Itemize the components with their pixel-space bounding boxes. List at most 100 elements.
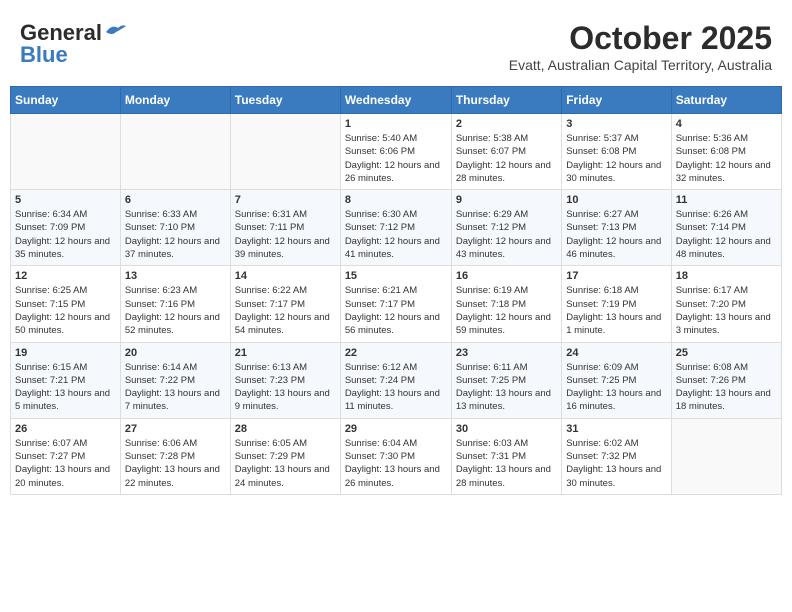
day-info: Sunrise: 6:25 AM Sunset: 7:15 PM Dayligh… xyxy=(15,284,116,337)
day-number: 12 xyxy=(15,270,116,282)
location-subtitle: Evatt, Australian Capital Territory, Aus… xyxy=(509,57,772,73)
day-number: 5 xyxy=(15,194,116,206)
day-number: 4 xyxy=(676,118,777,130)
day-info: Sunrise: 6:29 AM Sunset: 7:12 PM Dayligh… xyxy=(456,208,557,261)
day-number: 17 xyxy=(566,270,666,282)
table-row: 23 Sunrise: 6:11 AM Sunset: 7:25 PM Dayli… xyxy=(451,342,561,418)
day-info: Sunrise: 6:15 AM Sunset: 7:21 PM Dayligh… xyxy=(15,361,116,414)
day-number: 19 xyxy=(15,347,116,359)
day-info: Sunrise: 6:06 AM Sunset: 7:28 PM Dayligh… xyxy=(125,437,226,490)
calendar-week-row: 1 Sunrise: 5:40 AM Sunset: 6:06 PM Daylig… xyxy=(11,114,782,190)
day-info: Sunrise: 6:23 AM Sunset: 7:16 PM Dayligh… xyxy=(125,284,226,337)
day-number: 1 xyxy=(345,118,447,130)
table-row xyxy=(671,418,781,494)
day-number: 14 xyxy=(235,270,336,282)
day-number: 24 xyxy=(566,347,666,359)
table-row: 4 Sunrise: 5:36 AM Sunset: 6:08 PM Daylig… xyxy=(671,114,781,190)
col-friday: Friday xyxy=(562,87,671,114)
table-row: 12 Sunrise: 6:25 AM Sunset: 7:15 PM Dayli… xyxy=(11,266,121,342)
day-info: Sunrise: 5:38 AM Sunset: 6:07 PM Dayligh… xyxy=(456,132,557,185)
calendar-header-row: Sunday Monday Tuesday Wednesday Thursday… xyxy=(11,87,782,114)
col-saturday: Saturday xyxy=(671,87,781,114)
day-number: 20 xyxy=(125,347,226,359)
table-row: 8Sunrise: 6:30 AM Sunset: 7:12 PM Daylig… xyxy=(340,190,451,266)
table-row: 18Sunrise: 6:17 AM Sunset: 7:20 PM Dayli… xyxy=(671,266,781,342)
day-number: 16 xyxy=(456,270,557,282)
day-info: Sunrise: 5:36 AM Sunset: 6:08 PM Dayligh… xyxy=(676,132,777,185)
table-row: 11Sunrise: 6:26 AM Sunset: 7:14 PM Dayli… xyxy=(671,190,781,266)
col-wednesday: Wednesday xyxy=(340,87,451,114)
table-row: 16 Sunrise: 6:19 AM Sunset: 7:18 PM Dayli… xyxy=(451,266,561,342)
table-row: 13 Sunrise: 6:23 AM Sunset: 7:16 PM Dayli… xyxy=(120,266,230,342)
day-number: 22 xyxy=(345,347,447,359)
day-info: Sunrise: 6:31 AM Sunset: 7:11 PM Dayligh… xyxy=(235,208,336,261)
day-info: Sunrise: 6:22 AM Sunset: 7:17 PM Dayligh… xyxy=(235,284,336,337)
col-sunday: Sunday xyxy=(11,87,121,114)
table-row: 17Sunrise: 6:18 AM Sunset: 7:19 PM Dayli… xyxy=(562,266,671,342)
table-row xyxy=(120,114,230,190)
day-number: 7 xyxy=(235,194,336,206)
header: General Blue October 2025 Evatt, Austral… xyxy=(10,10,782,78)
col-tuesday: Tuesday xyxy=(230,87,340,114)
logo-bird-icon xyxy=(104,22,126,40)
day-number: 3 xyxy=(566,118,666,130)
day-info: Sunrise: 6:11 AM Sunset: 7:25 PM Dayligh… xyxy=(456,361,557,414)
table-row: 22 Sunrise: 6:12 AM Sunset: 7:24 PM Dayli… xyxy=(340,342,451,418)
logo-blue: Blue xyxy=(20,42,68,68)
day-info: Sunrise: 6:13 AM Sunset: 7:23 PM Dayligh… xyxy=(235,361,336,414)
day-number: 31 xyxy=(566,423,666,435)
day-info: Sunrise: 6:33 AM Sunset: 7:10 PM Dayligh… xyxy=(125,208,226,261)
day-number: 21 xyxy=(235,347,336,359)
day-info: Sunrise: 5:40 AM Sunset: 6:06 PM Dayligh… xyxy=(345,132,447,185)
col-monday: Monday xyxy=(120,87,230,114)
day-info: Sunrise: 6:27 AM Sunset: 7:13 PM Dayligh… xyxy=(566,208,666,261)
table-row: 31 Sunrise: 6:02 AM Sunset: 7:32 PM Dayli… xyxy=(562,418,671,494)
table-row: 6 Sunrise: 6:33 AM Sunset: 7:10 PM Daylig… xyxy=(120,190,230,266)
day-number: 26 xyxy=(15,423,116,435)
table-row: 1 Sunrise: 5:40 AM Sunset: 6:06 PM Daylig… xyxy=(340,114,451,190)
day-number: 15 xyxy=(345,270,447,282)
calendar-week-row: 5 Sunrise: 6:34 AM Sunset: 7:09 PM Daylig… xyxy=(11,190,782,266)
day-number: 11 xyxy=(676,194,777,206)
table-row xyxy=(230,114,340,190)
month-year-title: October 2025 xyxy=(509,20,772,57)
day-info: Sunrise: 6:12 AM Sunset: 7:24 PM Dayligh… xyxy=(345,361,447,414)
table-row: 28 Sunrise: 6:05 AM Sunset: 7:29 PM Dayli… xyxy=(230,418,340,494)
table-row: 24Sunrise: 6:09 AM Sunset: 7:25 PM Dayli… xyxy=(562,342,671,418)
day-info: Sunrise: 6:14 AM Sunset: 7:22 PM Dayligh… xyxy=(125,361,226,414)
col-thursday: Thursday xyxy=(451,87,561,114)
day-number: 2 xyxy=(456,118,557,130)
table-row: 21 Sunrise: 6:13 AM Sunset: 7:23 PM Dayli… xyxy=(230,342,340,418)
day-number: 23 xyxy=(456,347,557,359)
day-info: Sunrise: 6:04 AM Sunset: 7:30 PM Dayligh… xyxy=(345,437,447,490)
title-section: October 2025 Evatt, Australian Capital T… xyxy=(509,20,772,73)
table-row: 19 Sunrise: 6:15 AM Sunset: 7:21 PM Dayli… xyxy=(11,342,121,418)
logo: General Blue xyxy=(20,20,126,68)
day-number: 28 xyxy=(235,423,336,435)
table-row xyxy=(11,114,121,190)
day-number: 6 xyxy=(125,194,226,206)
day-info: Sunrise: 6:03 AM Sunset: 7:31 PM Dayligh… xyxy=(456,437,557,490)
day-number: 30 xyxy=(456,423,557,435)
table-row: 29Sunrise: 6:04 AM Sunset: 7:30 PM Dayli… xyxy=(340,418,451,494)
table-row: 2 Sunrise: 5:38 AM Sunset: 6:07 PM Daylig… xyxy=(451,114,561,190)
day-info: Sunrise: 6:08 AM Sunset: 7:26 PM Dayligh… xyxy=(676,361,777,414)
day-info: Sunrise: 6:30 AM Sunset: 7:12 PM Dayligh… xyxy=(345,208,447,261)
day-info: Sunrise: 6:21 AM Sunset: 7:17 PM Dayligh… xyxy=(345,284,447,337)
day-info: Sunrise: 6:17 AM Sunset: 7:20 PM Dayligh… xyxy=(676,284,777,337)
table-row: 20 Sunrise: 6:14 AM Sunset: 7:22 PM Dayli… xyxy=(120,342,230,418)
day-info: Sunrise: 6:02 AM Sunset: 7:32 PM Dayligh… xyxy=(566,437,666,490)
calendar-table: Sunday Monday Tuesday Wednesday Thursday… xyxy=(10,86,782,495)
table-row: 26Sunrise: 6:07 AM Sunset: 7:27 PM Dayli… xyxy=(11,418,121,494)
table-row: 30 Sunrise: 6:03 AM Sunset: 7:31 PM Dayli… xyxy=(451,418,561,494)
table-row: 27 Sunrise: 6:06 AM Sunset: 7:28 PM Dayli… xyxy=(120,418,230,494)
table-row: 10Sunrise: 6:27 AM Sunset: 7:13 PM Dayli… xyxy=(562,190,671,266)
day-info: Sunrise: 6:05 AM Sunset: 7:29 PM Dayligh… xyxy=(235,437,336,490)
day-info: Sunrise: 6:19 AM Sunset: 7:18 PM Dayligh… xyxy=(456,284,557,337)
day-number: 25 xyxy=(676,347,777,359)
day-number: 13 xyxy=(125,270,226,282)
calendar-week-row: 26Sunrise: 6:07 AM Sunset: 7:27 PM Dayli… xyxy=(11,418,782,494)
day-info: Sunrise: 6:34 AM Sunset: 7:09 PM Dayligh… xyxy=(15,208,116,261)
table-row: 7 Sunrise: 6:31 AM Sunset: 7:11 PM Daylig… xyxy=(230,190,340,266)
day-number: 27 xyxy=(125,423,226,435)
